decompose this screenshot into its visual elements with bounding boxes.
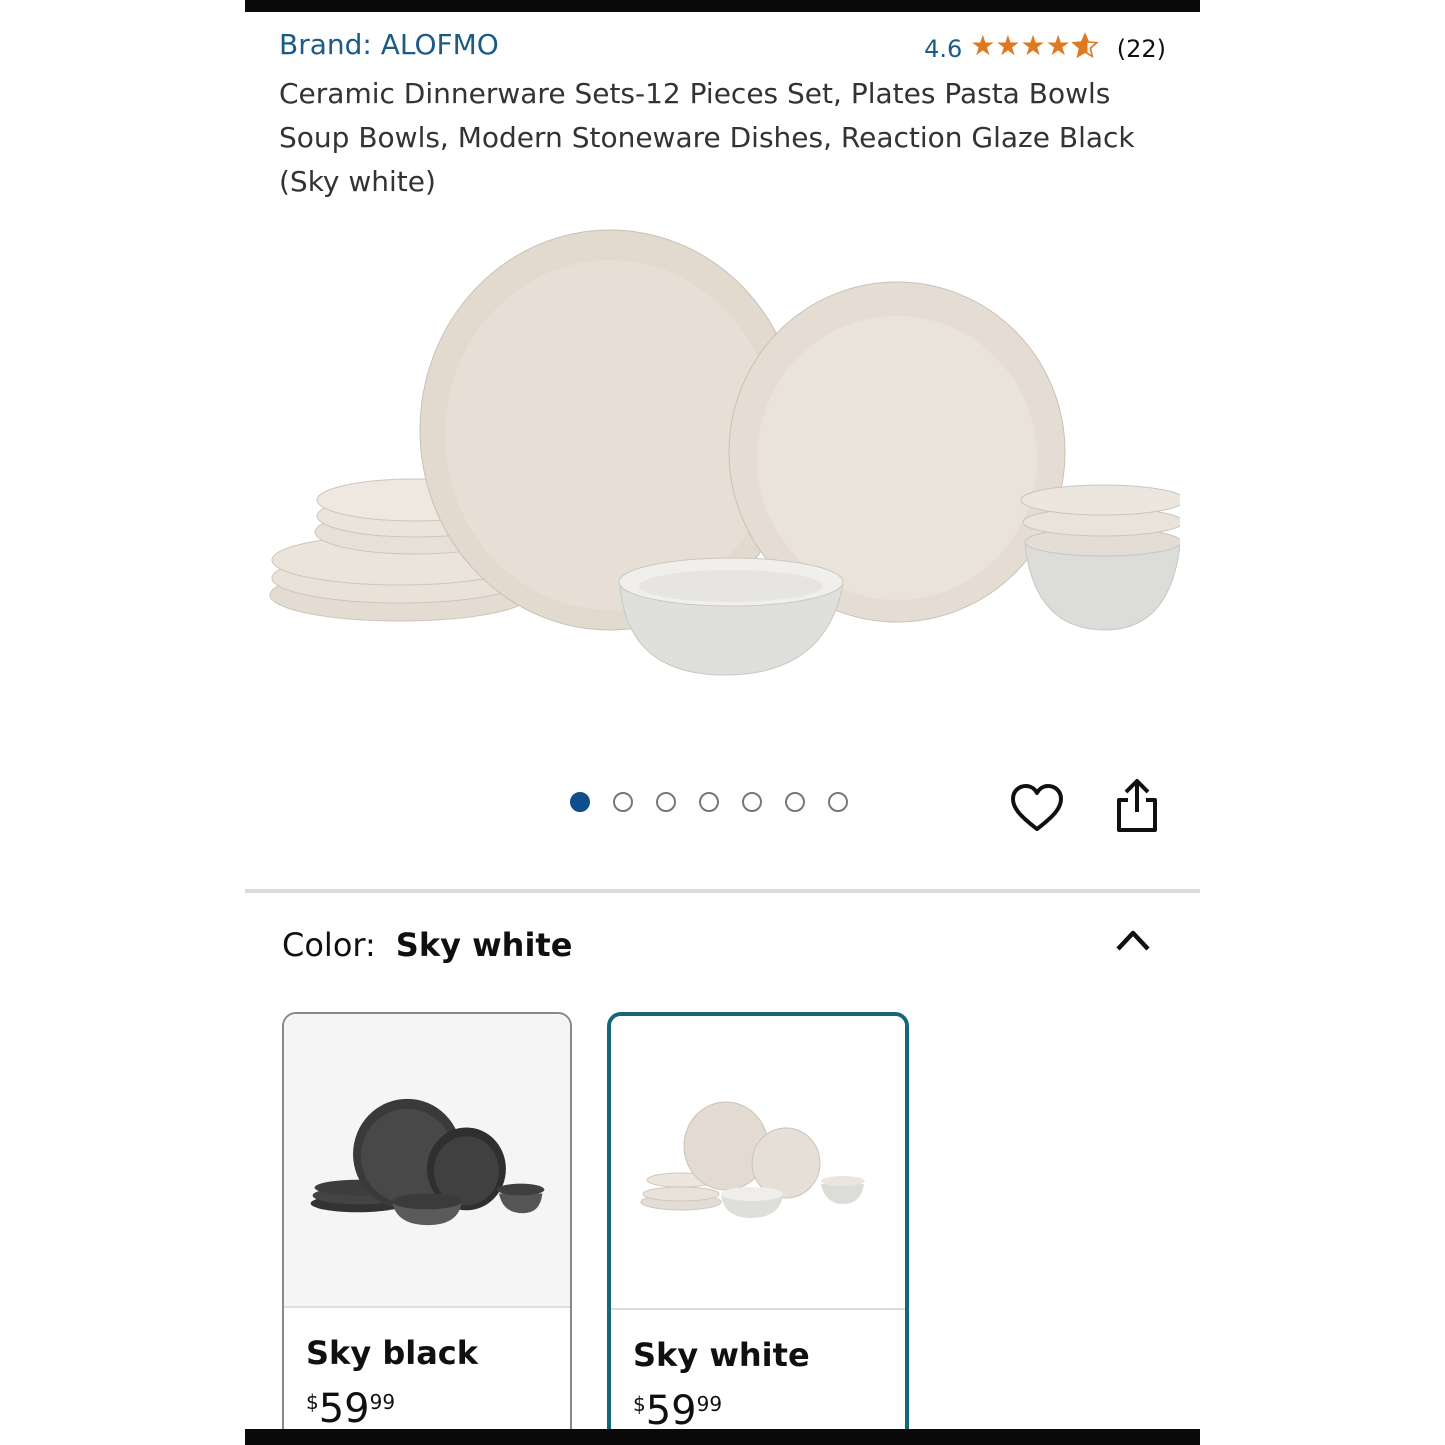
carousel-dot[interactable] (699, 792, 719, 812)
rating-count: (22) (1116, 34, 1166, 63)
rating-value: 4.6 (924, 34, 963, 63)
star-icon: ★ (1045, 29, 1071, 62)
carousel-dot[interactable] (656, 792, 676, 812)
color-selector-header[interactable]: Color: Sky white (282, 926, 572, 964)
chevron-up-icon[interactable] (1113, 925, 1153, 957)
rating-summary[interactable]: 4.6 ★ ★ ★ ★ (22) (924, 32, 1166, 65)
option-price: $5999 (306, 1386, 395, 1432)
color-label: Color: (282, 926, 376, 964)
option-name: Sky white (633, 1336, 810, 1374)
color-option-sky-black[interactable]: Sky black $5999 (282, 1012, 572, 1445)
half-star-icon (1071, 32, 1099, 65)
sky-black-thumbnail (284, 1014, 570, 1308)
option-name: Sky black (306, 1334, 479, 1372)
image-carousel-dots[interactable] (570, 792, 848, 812)
price-symbol: $ (633, 1392, 646, 1416)
star-icon: ★ (995, 29, 1021, 62)
star-icon: ★ (1020, 29, 1046, 62)
selected-color: Sky white (395, 926, 573, 964)
product-image[interactable] (265, 220, 1180, 690)
sky-white-thumbnail (611, 1016, 905, 1310)
brand-link[interactable]: Brand: ALOFMO (279, 28, 499, 61)
carousel-dot[interactable] (742, 792, 762, 812)
price-fraction: 99 (369, 1390, 396, 1414)
star-rating: ★ ★ ★ ★ (970, 29, 1099, 65)
carousel-dot[interactable] (828, 792, 848, 812)
carousel-dot[interactable] (785, 792, 805, 812)
heart-icon[interactable] (1010, 783, 1064, 835)
price-whole: 59 (645, 1388, 697, 1434)
section-divider (245, 889, 1200, 893)
price-fraction: 99 (696, 1392, 723, 1416)
carousel-dot[interactable] (570, 792, 590, 812)
bottom-edge-bar (245, 1429, 1200, 1445)
price-whole: 59 (318, 1386, 370, 1432)
top-edge-bar (245, 0, 1200, 12)
product-title: Ceramic Dinnerware Sets-12 Pieces Set, P… (279, 77, 1135, 198)
star-icon: ★ (970, 29, 996, 62)
price-symbol: $ (306, 1390, 319, 1414)
option-price: $5999 (633, 1388, 722, 1434)
product-page: Brand: ALOFMO 4.6 ★ ★ ★ ★ (22) Ceramic D… (245, 0, 1200, 1445)
share-icon[interactable] (1113, 778, 1161, 834)
color-option-sky-white[interactable]: Sky white $5999 (607, 1012, 909, 1445)
carousel-dot[interactable] (613, 792, 633, 812)
